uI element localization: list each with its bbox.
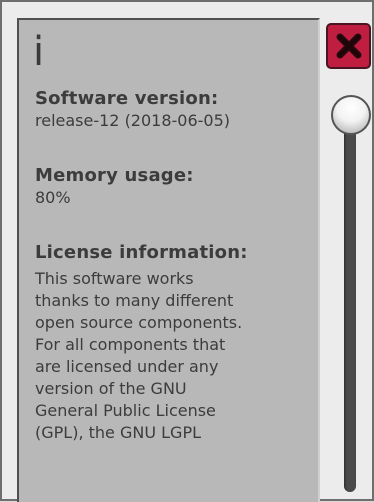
- license-line: thanks to many different: [35, 291, 234, 310]
- license-line: This software works: [35, 269, 194, 288]
- license-line: General Public License: [35, 401, 216, 420]
- close-icon: [336, 33, 361, 59]
- info-icon: i: [33, 29, 45, 75]
- software-version-section: Software version: release-12 (2018-06-05…: [35, 88, 311, 131]
- license-heading: License information:: [35, 242, 248, 263]
- software-version-value: release-12 (2018-06-05): [35, 111, 231, 130]
- license-line: version of the GNU: [35, 379, 187, 398]
- license-line: are licensed under any: [35, 357, 219, 376]
- memory-usage-heading: Memory usage:: [35, 165, 194, 186]
- close-button[interactable]: [326, 23, 371, 69]
- license-line: open source components.: [35, 313, 243, 332]
- scrollbar-track[interactable]: [344, 122, 356, 492]
- license-text: This software works thanks to many diffe…: [35, 268, 311, 444]
- scrollbar-thumb[interactable]: [331, 95, 371, 135]
- memory-usage-section: Memory usage: 80%: [35, 165, 311, 208]
- dialog-window: i Software version: release-12 (2018-06-…: [0, 0, 374, 502]
- software-version-heading: Software version:: [35, 88, 219, 109]
- license-line: (GPL), the GNU LGPL: [35, 423, 201, 442]
- license-line: For all components that: [35, 335, 226, 354]
- memory-usage-value: 80%: [35, 188, 71, 207]
- info-panel: i Software version: release-12 (2018-06-…: [17, 18, 320, 502]
- license-section: License information: This software works…: [35, 242, 311, 444]
